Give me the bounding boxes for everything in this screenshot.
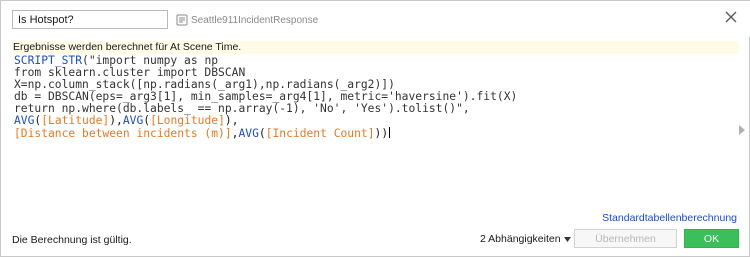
- code-token: AVG: [14, 114, 35, 127]
- text-cursor: [389, 127, 391, 138]
- code-token: AVG: [238, 127, 259, 140]
- code-token: ),: [224, 114, 239, 127]
- datasource-name: Seattle911IncidentResponse: [191, 14, 319, 26]
- code-line: AVG([Latitude]),AVG([Longitude]),: [14, 115, 739, 127]
- code-token: AVG: [122, 114, 144, 127]
- code-token: [Distance between incidents (m)]: [14, 127, 232, 140]
- close-button[interactable]: [723, 10, 739, 26]
- scroll-right-arrow-icon[interactable]: [738, 125, 746, 135]
- code-token: )): [374, 127, 389, 140]
- dependencies-label: 2 Abhängigkeiten: [480, 233, 561, 245]
- info-message: Ergebnisse werden berechnet für At Scene…: [12, 41, 739, 54]
- datasource-label: Seattle911IncidentResponse: [176, 12, 318, 28]
- code-token: (: [258, 127, 266, 140]
- caret-down-icon: [563, 233, 571, 245]
- database-icon: [176, 14, 188, 26]
- close-icon: [725, 11, 737, 26]
- code-token: [Incident Count]: [265, 127, 375, 140]
- apply-button[interactable]: Übernehmen: [574, 229, 677, 248]
- code-token: [Latitude]: [41, 114, 110, 127]
- calculation-editor-dialog: Seattle911IncidentResponse Ergebnisse we…: [0, 0, 750, 257]
- code-token: [Longitude]: [150, 114, 225, 127]
- formula-editor[interactable]: SCRIPT_STR("import numpy as np from sklea…: [12, 54, 739, 206]
- validation-status: Die Berechnung ist gültig.: [12, 234, 132, 246]
- dialog-header: Seattle911IncidentResponse: [1, 1, 750, 37]
- dependencies-dropdown[interactable]: 2 Abhängigkeiten: [480, 231, 571, 247]
- code-token: ),: [109, 114, 123, 127]
- code-line: [Distance between incidents (m)],AVG([In…: [14, 127, 739, 140]
- default-table-calculation-link[interactable]: Standardtabellenberechnung: [602, 212, 737, 224]
- ok-button[interactable]: OK: [684, 229, 739, 248]
- calculation-name-input[interactable]: [12, 10, 168, 29]
